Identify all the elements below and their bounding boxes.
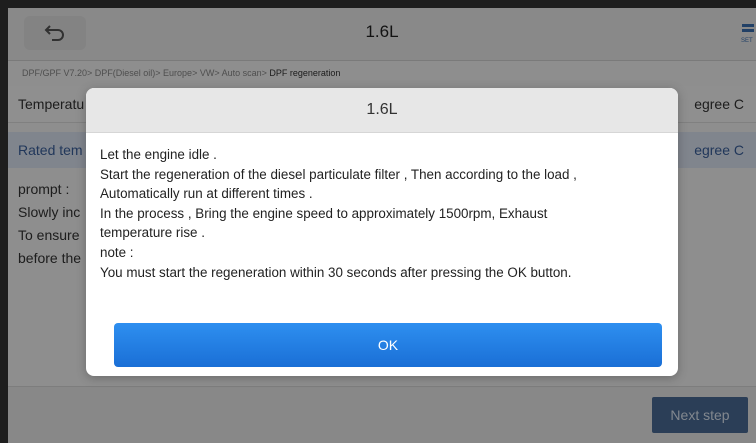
dialog-line: Let the engine idle . — [100, 147, 217, 162]
dialog-line: temperature rise . — [100, 225, 205, 241]
dialog-line: Start the regeneration of the diesel par… — [100, 166, 577, 182]
dialog-message: Let the engine idle . Start the regenera… — [86, 133, 678, 282]
dialog-line: In the process , Bring the engine speed … — [100, 205, 548, 221]
dialog-line: note : — [100, 244, 134, 260]
dialog-line: Automatically run at different times . — [100, 186, 313, 202]
app-screen: 1.6L SET DPF/GPF V7.20> DPF(Diesel oil)>… — [8, 8, 756, 443]
regeneration-dialog: 1.6L Let the engine idle . Start the reg… — [86, 88, 678, 376]
dialog-line: You must start the regeneration within 3… — [100, 264, 572, 280]
dialog-title: 1.6L — [86, 88, 678, 133]
ok-button[interactable]: OK — [114, 323, 662, 367]
